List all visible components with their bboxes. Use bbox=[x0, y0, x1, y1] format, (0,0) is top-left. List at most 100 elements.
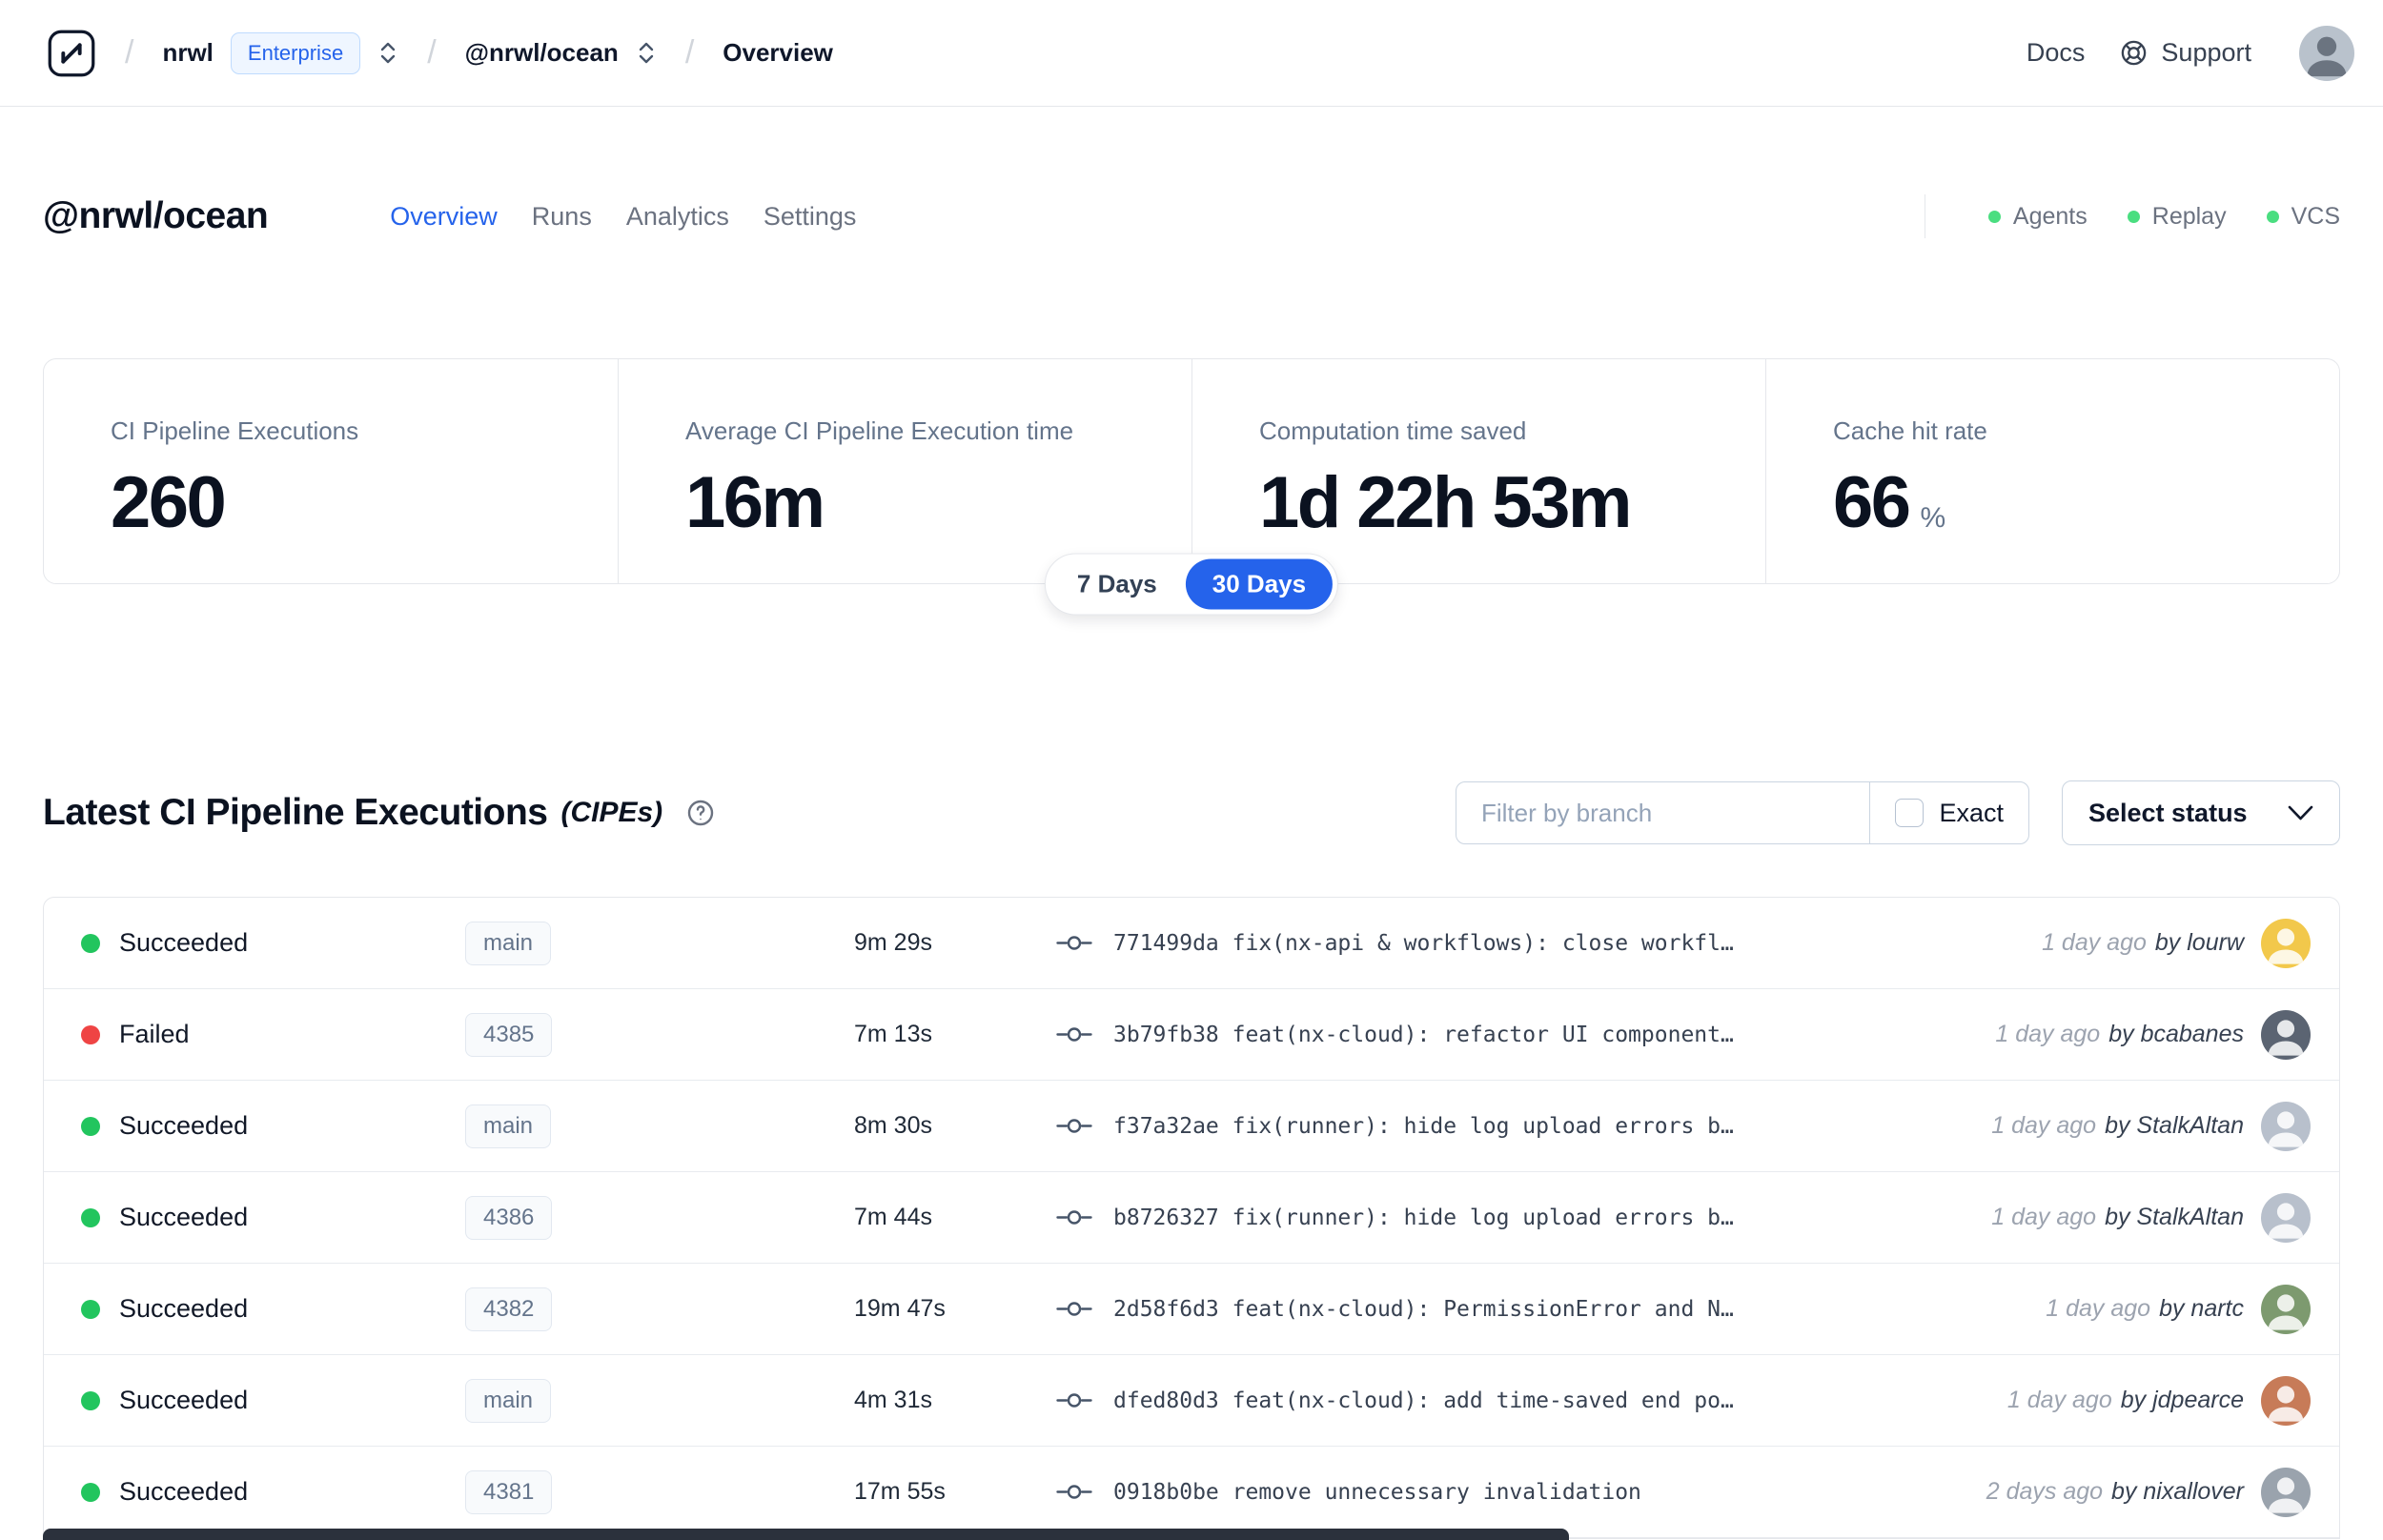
avatar[interactable] bbox=[2261, 1375, 2311, 1426]
docs-link[interactable]: Docs bbox=[2027, 38, 2086, 68]
table-row[interactable]: Failed 4385 7m 13s 3b79fb38 feat(nx-clou… bbox=[44, 989, 2339, 1081]
avatar[interactable] bbox=[2261, 1467, 2311, 1517]
tab-analytics[interactable]: Analytics bbox=[626, 202, 729, 232]
time-ago: 1 day ago bbox=[1991, 1112, 2097, 1139]
legend-label: Agents bbox=[2012, 202, 2088, 230]
org-switcher[interactable]: nrwl Enterprise bbox=[162, 31, 398, 74]
avatar[interactable] bbox=[2261, 918, 2311, 968]
avatar[interactable] bbox=[2261, 1009, 2311, 1060]
commit-link[interactable]: 771499da fix(nx-api & workflows): close … bbox=[1113, 931, 1734, 956]
status-label: Succeeded bbox=[119, 1111, 249, 1140]
commit-link[interactable]: dfed80d3 feat(nx-cloud): add time-saved … bbox=[1113, 1388, 1734, 1413]
avatar[interactable] bbox=[2261, 1284, 2311, 1334]
status-dot bbox=[81, 1116, 100, 1136]
git-commit-icon bbox=[1056, 1206, 1092, 1229]
table-row[interactable]: Succeeded main 8m 30s f37a32ae fix(runne… bbox=[44, 1081, 2339, 1172]
breadcrumb-separator bbox=[125, 34, 133, 71]
duration: 17m 55s bbox=[854, 1478, 946, 1505]
branch-cell: 4382 bbox=[465, 1287, 854, 1331]
git-commit-icon bbox=[1056, 1480, 1092, 1504]
exact-label: Exact bbox=[1939, 798, 2004, 827]
commit-cell: f37a32ae fix(runner): hide log upload er… bbox=[1056, 1114, 1972, 1139]
status-select-button[interactable]: Select status bbox=[2062, 780, 2340, 845]
tab-runs[interactable]: Runs bbox=[532, 202, 592, 232]
branch-badge[interactable]: main bbox=[465, 1104, 552, 1148]
table-row[interactable]: Succeeded 4386 7m 44s b8726327 fix(runne… bbox=[44, 1172, 2339, 1264]
meta-cell: 1 day ago by StalkAltan bbox=[1972, 1192, 2311, 1243]
author: by jdpearce bbox=[2120, 1387, 2244, 1413]
horizontal-scrollbar-thumb[interactable] bbox=[43, 1529, 1569, 1540]
stat-card-computation-time-saved: Computation time saved 1d 22h 53m bbox=[1192, 359, 1765, 583]
stat-card-average-execution-time: Average CI Pipeline Execution time 16m bbox=[618, 359, 1192, 583]
status-cell: Succeeded bbox=[81, 1386, 465, 1415]
workspace-tabs: Overview Runs Analytics Settings bbox=[390, 202, 856, 232]
stat-card-ci-pipeline-executions: CI Pipeline Executions 260 bbox=[44, 359, 618, 583]
status-cell: Succeeded bbox=[81, 1477, 465, 1507]
avatar[interactable] bbox=[2261, 1101, 2311, 1151]
branch-cell: 4385 bbox=[465, 1012, 854, 1057]
legend-label: Replay bbox=[2151, 202, 2227, 230]
support-link[interactable]: Support bbox=[2119, 38, 2251, 68]
branch-badge[interactable]: main bbox=[465, 1378, 552, 1423]
avatar[interactable] bbox=[2261, 1192, 2311, 1243]
branch-badge[interactable]: main bbox=[465, 921, 552, 965]
git-commit-icon bbox=[1056, 1114, 1092, 1138]
feature-status-legend: Agents Replay VCS bbox=[1924, 194, 2340, 238]
time-ago: 1 day ago bbox=[1991, 1204, 2097, 1230]
chevron-up-down-icon[interactable] bbox=[636, 40, 657, 66]
table-row[interactable]: Succeeded 4382 19m 47s 2d58f6d3 feat(nx-… bbox=[44, 1264, 2339, 1355]
branch-badge[interactable]: 4382 bbox=[465, 1287, 553, 1331]
git-commit-icon bbox=[1056, 1023, 1092, 1046]
commit-link[interactable]: b8726327 fix(runner): hide log upload er… bbox=[1113, 1206, 1734, 1230]
breadcrumb-separator bbox=[685, 34, 694, 71]
tab-overview[interactable]: Overview bbox=[390, 202, 498, 232]
cipe-section-header: Latest CI Pipeline Executions (CIPEs) Ex… bbox=[43, 780, 2340, 845]
stat-label: Cache hit rate bbox=[1833, 416, 1987, 445]
branch-filter-input[interactable] bbox=[1456, 798, 1870, 828]
branch-badge[interactable]: 4381 bbox=[465, 1469, 553, 1514]
page-title: @nrwl/ocean bbox=[43, 195, 269, 236]
author: by nixallover bbox=[2111, 1478, 2244, 1505]
legend-label: VCS bbox=[2291, 202, 2340, 230]
git-commit-icon bbox=[1056, 931, 1092, 955]
help-icon[interactable] bbox=[685, 798, 716, 828]
exact-checkbox[interactable] bbox=[1895, 799, 1925, 827]
green-status-dot bbox=[2127, 210, 2140, 223]
status-dot bbox=[81, 1207, 100, 1227]
green-status-dot bbox=[2266, 210, 2279, 223]
branch-badge[interactable]: 4385 bbox=[465, 1012, 553, 1057]
workspace-switcher[interactable]: @nrwl/ocean bbox=[465, 38, 657, 68]
time-ago: 1 day ago bbox=[2042, 929, 2147, 956]
tab-settings[interactable]: Settings bbox=[764, 202, 857, 232]
duration: 4m 31s bbox=[854, 1387, 932, 1413]
git-commit-icon bbox=[1056, 1297, 1092, 1321]
branch-badge[interactable]: 4386 bbox=[465, 1195, 553, 1240]
commit-link[interactable]: 2d58f6d3 feat(nx-cloud): PermissionError… bbox=[1113, 1297, 1734, 1322]
status-label: Succeeded bbox=[119, 1477, 249, 1506]
legend-item-agents[interactable]: Agents bbox=[1987, 202, 2088, 231]
legend-item-vcs[interactable]: VCS bbox=[2266, 202, 2340, 231]
stat-value: 16m bbox=[685, 462, 825, 543]
status-label: Succeeded bbox=[119, 1386, 249, 1414]
breadcrumb-separator bbox=[427, 34, 436, 71]
commit-link[interactable]: 0918b0be remove unnecessary invalidation bbox=[1113, 1480, 1641, 1505]
exact-match-toggle[interactable]: Exact bbox=[1869, 782, 2028, 843]
range-option-7-days[interactable]: 7 Days bbox=[1050, 559, 1184, 610]
table-row[interactable]: Succeeded 4381 17m 55s 0918b0be remove u… bbox=[44, 1447, 2339, 1538]
table-row[interactable]: Succeeded main 9m 29s 771499da fix(nx-ap… bbox=[44, 898, 2339, 989]
meta-cell: 1 day ago by lourw bbox=[2023, 918, 2311, 968]
legend-item-replay[interactable]: Replay bbox=[2127, 202, 2227, 231]
chevron-up-down-icon[interactable] bbox=[377, 40, 398, 66]
stat-label: Average CI Pipeline Execution time bbox=[685, 416, 1074, 445]
author: by bcabanes bbox=[2108, 1021, 2244, 1047]
commit-link[interactable]: 3b79fb38 feat(nx-cloud): refactor UI com… bbox=[1113, 1023, 1734, 1047]
table-row[interactable]: Succeeded main 4m 31s dfed80d3 feat(nx-c… bbox=[44, 1355, 2339, 1447]
range-option-30-days[interactable]: 30 Days bbox=[1185, 558, 1334, 610]
author: by StalkAltan bbox=[2105, 1112, 2244, 1139]
commit-link[interactable]: f37a32ae fix(runner): hide log upload er… bbox=[1113, 1114, 1734, 1139]
user-avatar[interactable] bbox=[2299, 25, 2354, 81]
nx-cloud-logo-icon[interactable] bbox=[47, 29, 96, 78]
time-ago: 1 day ago bbox=[2006, 1387, 2112, 1413]
commit-cell: 2d58f6d3 feat(nx-cloud): PermissionError… bbox=[1056, 1297, 2027, 1322]
meta-cell: 2 days ago by nixallover bbox=[1967, 1467, 2311, 1517]
